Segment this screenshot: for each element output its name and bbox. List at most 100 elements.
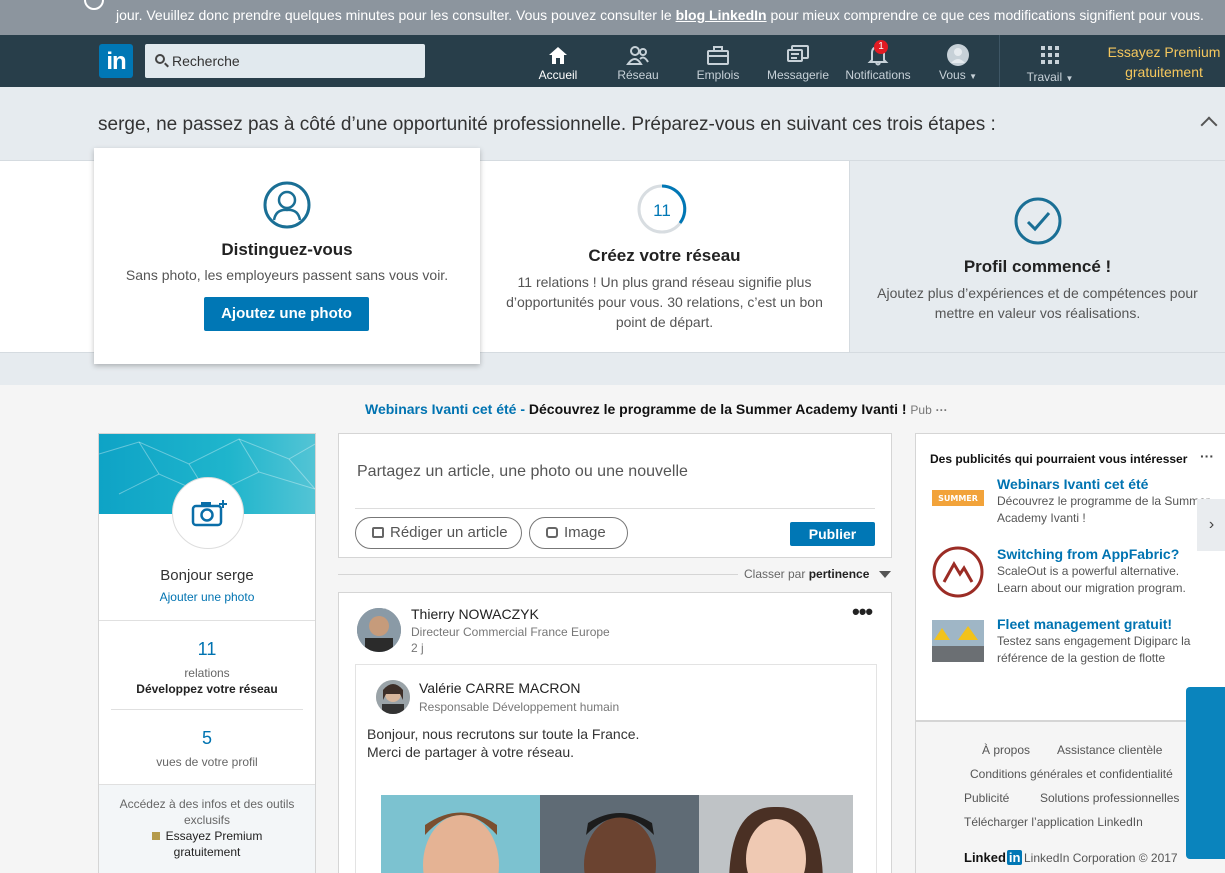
ad-menu-icon[interactable]: ··· bbox=[936, 403, 948, 417]
relations-count[interactable]: 11 bbox=[99, 639, 315, 660]
author-avatar[interactable] bbox=[357, 608, 401, 652]
nav-me-text: Vous bbox=[939, 68, 966, 82]
nav-network[interactable]: Réseau bbox=[608, 35, 668, 87]
author-photo bbox=[357, 608, 401, 652]
nav-me-label: Vous ▼ bbox=[928, 68, 988, 82]
publish-button[interactable]: Publier bbox=[790, 522, 875, 546]
ad-title[interactable]: Webinars Ivanti cet été bbox=[997, 476, 1148, 492]
post-menu-icon[interactable]: ••• bbox=[852, 601, 873, 623]
top-nav: in Recherche Accueil Réseau Emplois Mess… bbox=[0, 35, 1225, 87]
image-label: Image bbox=[564, 524, 606, 541]
footer-about-link[interactable]: À propos bbox=[982, 743, 1030, 757]
profile-views-count[interactable]: 5 bbox=[99, 728, 315, 749]
ad-description: ScaleOut is a powerful alternative. Lear… bbox=[997, 564, 1186, 595]
shared-author-title: Responsable Développement humain bbox=[419, 700, 620, 714]
search-input[interactable]: Recherche bbox=[145, 44, 425, 78]
chat-panel[interactable] bbox=[1186, 687, 1225, 859]
premium-promo-link-1[interactable]: Essayez Premium bbox=[99, 829, 315, 843]
profile-greeting: Bonjour serge bbox=[160, 567, 254, 584]
add-photo-avatar[interactable] bbox=[172, 477, 244, 549]
nav-me[interactable]: Vous ▼ bbox=[928, 35, 988, 87]
notice-banner: jour. Veuillez donc prendre quelques min… bbox=[0, 0, 1225, 35]
profile-started-text-1: Ajoutez plus d’expériences et de compéte… bbox=[877, 285, 1198, 301]
premium-promo-text-2: exclusifs bbox=[183, 813, 230, 827]
post-image-1[interactable] bbox=[381, 795, 540, 873]
footer-terms-link[interactable]: Conditions générales et confidentialité bbox=[970, 767, 1173, 781]
shared-post-text: Bonjour, nous recrutons sur toute la Fra… bbox=[367, 725, 639, 761]
notice-line: jour. Veuillez donc prendre quelques min… bbox=[116, 7, 672, 23]
post-image-2[interactable] bbox=[540, 795, 699, 873]
linkedin-logo[interactable]: in bbox=[99, 44, 133, 78]
chevron-right-icon[interactable]: › bbox=[1197, 499, 1225, 551]
nav-home[interactable]: Accueil bbox=[528, 35, 588, 87]
scaleout-ad-thumb bbox=[932, 546, 984, 598]
home-icon bbox=[549, 47, 567, 64]
camera-icon bbox=[546, 527, 558, 538]
ads-menu-icon[interactable]: ··· bbox=[1200, 448, 1214, 464]
ad-title[interactable]: Fleet management gratuit! bbox=[997, 616, 1172, 632]
person-photo-1 bbox=[423, 812, 499, 873]
nav-home-label: Accueil bbox=[538, 68, 578, 82]
post-image-3[interactable] bbox=[699, 795, 853, 873]
nav-work[interactable]: Travail ▼ bbox=[1018, 35, 1082, 87]
sponsored-line[interactable]: Webinars Ivanti cet été - Découvrez le p… bbox=[365, 401, 948, 417]
onboarding-section: serge, ne passez pas à côté d’une opport… bbox=[0, 87, 1225, 385]
shared-post-line-1: Bonjour, nous recrutons sur toute la Fra… bbox=[367, 726, 640, 742]
footer-help-link[interactable]: Assistance clientèle bbox=[1057, 743, 1162, 757]
avatar-icon bbox=[947, 44, 969, 66]
check-icon bbox=[1014, 197, 1062, 245]
premium-promo[interactable]: Accédez à des infos et des outils exclus… bbox=[99, 784, 315, 873]
ad-description: Testez sans engagement Digiparc la référ… bbox=[997, 634, 1191, 665]
network-text-1: 11 relations ! Un plus grand réseau sign… bbox=[517, 274, 812, 290]
premium-promo-text-1: Accédez à des infos et des outils bbox=[119, 797, 295, 811]
nav-notifications-label: Notifications bbox=[845, 68, 911, 82]
post-author-name[interactable]: Thierry NOWACZYK bbox=[411, 606, 539, 622]
footer-app-link[interactable]: Télécharger l’application LinkedIn bbox=[964, 815, 1143, 829]
footer-business-link[interactable]: Solutions professionnelles bbox=[1040, 791, 1179, 805]
digiparc-ad-thumb bbox=[932, 620, 984, 662]
profile-card: Bonjour serge Ajouter une photo 11 relat… bbox=[98, 433, 316, 873]
blog-link[interactable]: blog LinkedIn bbox=[676, 7, 767, 23]
add-photo-link[interactable]: Ajouter une photo bbox=[99, 590, 315, 604]
progress-value: 11 bbox=[653, 201, 671, 220]
image-button[interactable]: Image bbox=[529, 517, 628, 549]
nav-jobs[interactable]: Emplois bbox=[688, 35, 748, 87]
ivanti-ad-thumb: SUMMER bbox=[932, 490, 984, 506]
svg-text:SUMMER: SUMMER bbox=[938, 494, 978, 503]
network-icon bbox=[626, 46, 649, 65]
premium-line1: Essayez Premium bbox=[1107, 44, 1221, 60]
shared-author-name[interactable]: Valérie CARRE MACRON bbox=[419, 680, 581, 696]
nav-network-label: Réseau bbox=[617, 68, 659, 82]
collapse-icon[interactable] bbox=[1200, 116, 1218, 134]
nav-notifications[interactable]: 1 Notifications bbox=[838, 35, 918, 87]
profile-started-heading: Profil commencé ! bbox=[963, 257, 1112, 276]
add-photo-button[interactable]: Ajoutez une photo bbox=[204, 297, 369, 331]
share-input[interactable]: Partagez un article, une photo ou une no… bbox=[357, 463, 688, 481]
notification-badge: 1 bbox=[874, 40, 888, 54]
sort-dropdown[interactable]: Classer par pertinence bbox=[744, 567, 891, 581]
camera-icon bbox=[191, 500, 227, 527]
nav-messaging-label: Messagerie bbox=[766, 68, 830, 82]
ad-description: Découvrez le programme de la Summer Acad… bbox=[997, 494, 1210, 525]
feed-post: Thierry NOWACZYK Directeur Commercial Fr… bbox=[338, 592, 892, 873]
network-text-2: d’opportunités pour vous. 30 relations, … bbox=[506, 294, 823, 310]
profile-views-label: vues de votre profil bbox=[156, 755, 258, 769]
sponsored-headline[interactable]: Découvrez le programme de la Summer Acad… bbox=[529, 401, 907, 417]
sort-divider bbox=[338, 574, 738, 575]
nav-messaging[interactable]: Messagerie bbox=[763, 35, 833, 87]
share-divider bbox=[355, 508, 875, 509]
sponsor-name[interactable]: Webinars Ivanti cet été - bbox=[365, 401, 525, 417]
premium-promo-link-text: Essayez Premium bbox=[165, 829, 263, 843]
profile-started-card: Profil commencé ! Ajoutez plus d’expérie… bbox=[849, 160, 1225, 353]
network-text-3: point de départ. bbox=[615, 314, 714, 330]
premium-nav-link[interactable]: Essayez Premium gratuitement bbox=[1100, 42, 1225, 82]
footer-advertising-link[interactable]: Publicité bbox=[964, 791, 1009, 805]
premium-promo-link-2[interactable]: gratuitement bbox=[99, 845, 315, 859]
grow-network-link[interactable]: Développez votre réseau bbox=[99, 682, 315, 696]
search-placeholder: Recherche bbox=[172, 53, 240, 69]
write-article-button[interactable]: Rédiger un article bbox=[355, 517, 522, 549]
shared-author-avatar[interactable] bbox=[376, 680, 410, 714]
shared-post: Valérie CARRE MACRON Responsable Dévelop… bbox=[355, 664, 877, 873]
ad-title[interactable]: Switching from AppFabric? bbox=[997, 546, 1179, 562]
post-author-title: Directeur Commercial France Europe bbox=[411, 625, 610, 639]
